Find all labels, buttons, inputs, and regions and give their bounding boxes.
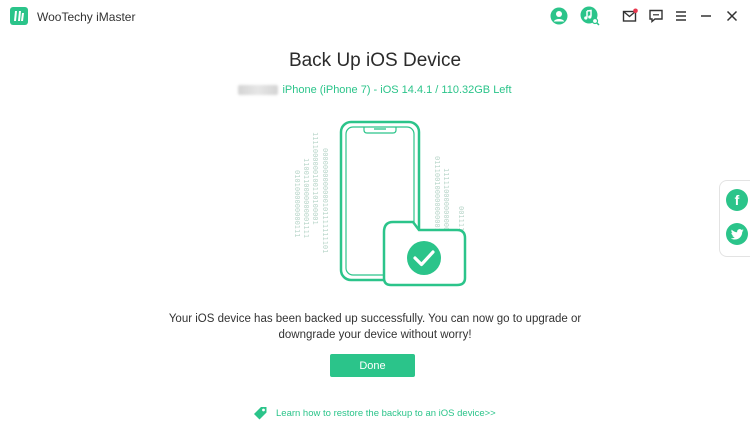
account-icon[interactable]: [549, 6, 569, 26]
learn-restore-link-text: Learn how to restore the backup to an iO…: [276, 407, 496, 419]
device-info: iPhone (iPhone 7) - iOS 14.4.1 / 110.32G…: [0, 84, 750, 96]
success-message: Your iOS device has been backed up succe…: [150, 311, 600, 343]
close-icon[interactable]: [722, 6, 742, 26]
app-window: WooTechy iMaster Back Up iOS Device iPho…: [0, 0, 750, 440]
facebook-icon: f: [734, 192, 740, 208]
app-logo-icon: [14, 11, 24, 21]
phone-folder-graphic: [339, 120, 467, 287]
success-message-line: Your iOS device has been backed up succe…: [168, 313, 582, 325]
music-search-icon[interactable]: [580, 6, 600, 26]
done-button[interactable]: Done: [330, 354, 415, 377]
app-title: WooTechy iMaster: [37, 10, 136, 24]
mail-icon[interactable]: [620, 6, 640, 26]
success-message-line: downgrade your device without worry!: [278, 329, 472, 341]
learn-restore-link[interactable]: Learn how to restore the backup to an iO…: [252, 405, 496, 421]
twitter-icon: [730, 228, 744, 240]
twitter-button[interactable]: [726, 223, 748, 245]
backup-success-illustration: 0101000000000111 1100110000000001111 111…: [285, 118, 475, 293]
device-name-redacted: [238, 85, 279, 96]
minimize-icon[interactable]: [696, 6, 716, 26]
device-info-text: iPhone (iPhone 7) - iOS 14.4.1 / 110.32G…: [282, 84, 512, 96]
feedback-icon[interactable]: [646, 6, 666, 26]
facebook-button[interactable]: f: [726, 189, 748, 211]
title-bar: WooTechy iMaster: [0, 0, 750, 32]
app-logo: [10, 7, 28, 25]
social-share-panel: f: [719, 180, 750, 257]
menu-icon[interactable]: [671, 6, 691, 26]
page-title: Back Up iOS Device: [288, 50, 462, 71]
tag-icon: [254, 407, 267, 420]
